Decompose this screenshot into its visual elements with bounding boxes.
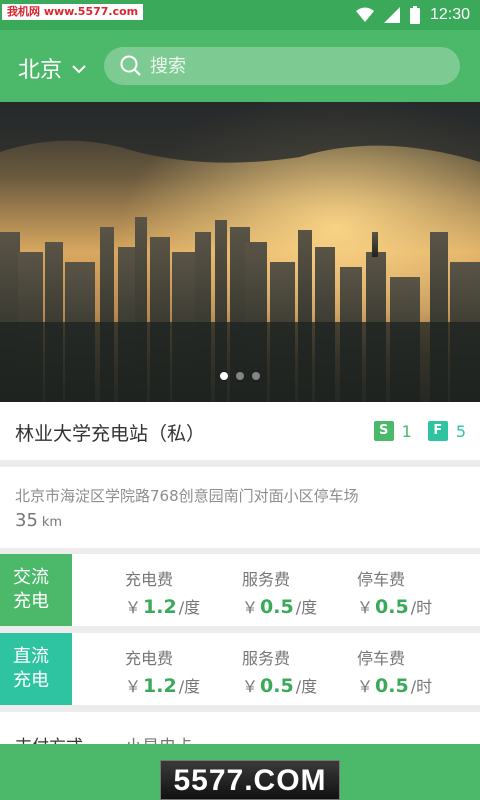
- distance-value: 35: [15, 510, 38, 531]
- ac-charging-label: 交流 充电: [0, 554, 72, 626]
- station-distance: 35 km: [15, 510, 62, 531]
- carousel-dot[interactable]: [236, 372, 244, 380]
- fee-unit: /度: [178, 598, 201, 617]
- ac-label-line2: 充电: [13, 591, 49, 612]
- service-fee: 服务费 ￥ 0.5/度: [242, 645, 317, 697]
- fee-name: 服务费: [242, 570, 291, 589]
- fast-charger-count: 5: [455, 421, 466, 441]
- signal-icon: [383, 7, 400, 23]
- distance-unit: km: [41, 515, 63, 530]
- wifi-icon: [355, 7, 374, 22]
- station-name: 林业大学充电站（私）: [15, 423, 206, 445]
- carousel-indicator: [220, 372, 260, 380]
- fee-unit: /度: [295, 677, 318, 696]
- fee-value: 0.5: [260, 596, 294, 618]
- search-icon: [120, 55, 141, 76]
- site-logo: 5577.COM: [160, 760, 340, 800]
- carousel-dot[interactable]: [252, 372, 260, 380]
- currency-symbol: ￥: [242, 677, 259, 696]
- fee-unit: /度: [295, 598, 318, 617]
- fee-value: 0.5: [260, 675, 294, 697]
- search-bar[interactable]: [104, 47, 460, 85]
- currency-symbol: ￥: [125, 677, 142, 696]
- service-fee: 服务费 ￥ 0.5/度: [242, 566, 317, 618]
- fee-value: 1.2: [143, 675, 177, 697]
- currency-symbol: ￥: [242, 598, 259, 617]
- station-address: 北京市海淀区学院路768创意园南门对面小区停车场: [15, 487, 359, 505]
- fee-unit: /度: [178, 677, 201, 696]
- slow-charger-count: 1: [401, 421, 412, 441]
- ac-fee-row: 交流 充电 充电费 ￥ 1.2/度 服务费 ￥ 0.5/度 停车费 ￥ 0.5/时: [0, 554, 480, 626]
- parking-fee: 停车费 ￥ 0.5/时: [357, 566, 432, 618]
- fee-unit: /时: [410, 677, 433, 696]
- station-address-row[interactable]: 北京市海淀区学院路768创意园南门对面小区停车场 35 km: [0, 467, 480, 548]
- currency-symbol: ￥: [357, 598, 374, 617]
- fee-name: 充电费: [125, 649, 174, 668]
- fee-unit: /时: [410, 598, 433, 617]
- top-app-bar: 北京: [0, 30, 480, 102]
- status-time: 12:30: [429, 6, 470, 23]
- charge-fee: 充电费 ￥ 1.2/度: [125, 566, 200, 618]
- fee-name: 停车费: [357, 649, 406, 668]
- city-skyline-image: [0, 102, 480, 402]
- fee-value: 0.5: [375, 596, 409, 618]
- fee-name: 充电费: [125, 570, 174, 589]
- parking-fee: 停车费 ￥ 0.5/时: [357, 645, 432, 697]
- search-input[interactable]: [150, 55, 430, 77]
- dc-fee-row: 直流 充电 充电费 ￥ 1.2/度 服务费 ￥ 0.5/度 停车费 ￥ 0.5/时: [0, 633, 480, 705]
- status-bar: 我机网 www.5577.com 12:30: [0, 0, 480, 30]
- status-icons: 12:30: [355, 0, 470, 30]
- dc-label-line2: 充电: [13, 670, 49, 691]
- currency-symbol: ￥: [357, 677, 374, 696]
- chevron-down-icon: [72, 64, 86, 73]
- city-label: 北京: [18, 58, 63, 83]
- fast-charger-badge: F: [427, 421, 448, 441]
- charger-counts: S 1 F 5: [373, 421, 466, 441]
- city-selector[interactable]: 北京: [18, 52, 86, 84]
- dc-charging-label: 直流 充电: [0, 633, 72, 705]
- carousel-dot[interactable]: [220, 372, 228, 380]
- dc-label-line1: 直流: [13, 646, 49, 667]
- currency-symbol: ￥: [125, 598, 142, 617]
- battery-icon: [409, 6, 420, 24]
- fee-name: 服务费: [242, 649, 291, 668]
- station-title-row: 林业大学充电站（私） S 1 F 5: [0, 402, 480, 460]
- ac-label-line1: 交流: [13, 567, 49, 588]
- fee-value: 0.5: [375, 675, 409, 697]
- banner-carousel[interactable]: [0, 102, 480, 402]
- fee-name: 停车费: [357, 570, 406, 589]
- fee-value: 1.2: [143, 596, 177, 618]
- watermark: 我机网 www.5577.com: [2, 4, 144, 20]
- slow-charger-badge: S: [373, 421, 394, 441]
- charge-fee: 充电费 ￥ 1.2/度: [125, 645, 200, 697]
